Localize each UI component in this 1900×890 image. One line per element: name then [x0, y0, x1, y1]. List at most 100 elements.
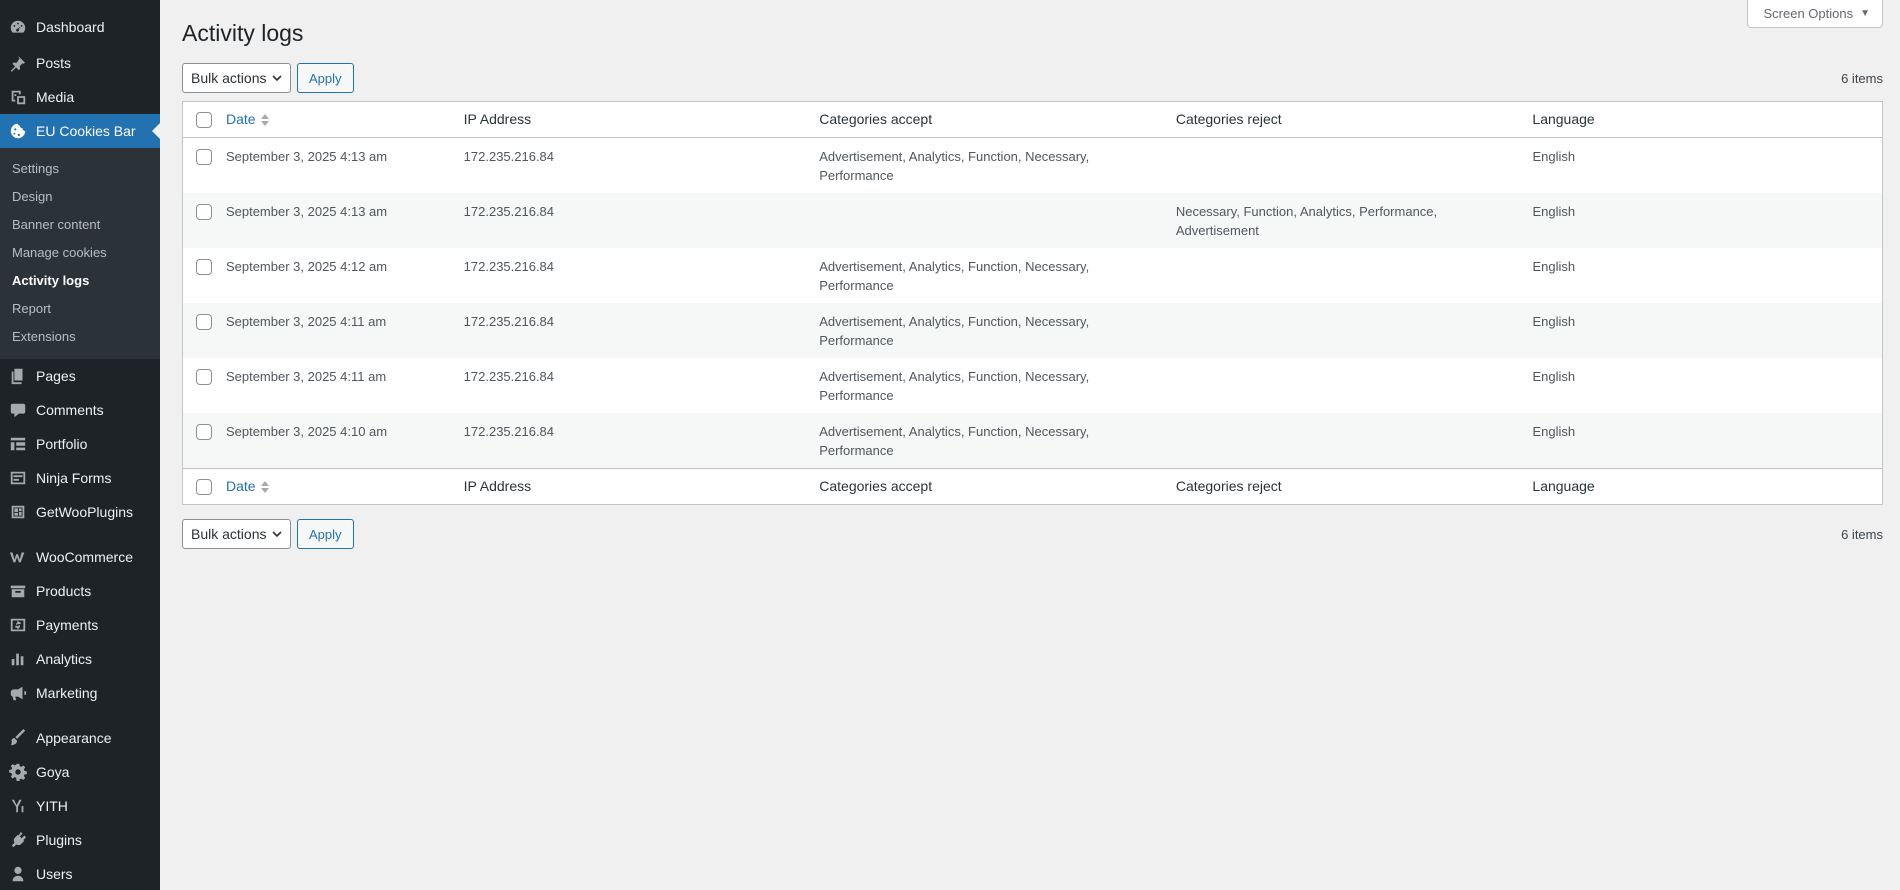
row-language: English — [1532, 314, 1576, 329]
tablenav-bottom: Bulk actions Apply 6 items — [182, 519, 1883, 549]
row-accept: Advertisement, Analytics, Function, Nece… — [819, 314, 1090, 348]
sidebar-item-users[interactable]: Users — [0, 857, 160, 890]
megaphone-icon — [9, 684, 27, 702]
row-checkbox[interactable] — [196, 204, 213, 220]
page-title: Activity logs — [182, 20, 304, 46]
submenu-item-banner-content[interactable]: Banner content — [0, 211, 160, 239]
row-ip: 172.235.216.84 — [463, 204, 555, 219]
apply-button[interactable]: Apply — [297, 63, 354, 93]
forms-icon — [9, 469, 27, 487]
chevron-down-icon — [272, 531, 282, 538]
sidebar-item-marketing[interactable]: Marketing — [0, 676, 160, 710]
row-checkbox[interactable] — [196, 369, 213, 385]
items-count: 6 items — [1841, 526, 1883, 542]
cookie-icon — [9, 122, 27, 140]
sidebar-item-comments[interactable]: Comments — [0, 393, 160, 427]
sidebar-item-goya[interactable]: Goya — [0, 755, 160, 789]
row-ip: 172.235.216.84 — [463, 369, 555, 384]
sidebar-item-products[interactable]: Products — [0, 574, 160, 608]
pushpin-icon — [9, 54, 27, 72]
activity-log-table: Date IP Address Categories accept Catego… — [182, 101, 1883, 505]
sidebar-item-label: Marketing — [36, 685, 98, 701]
sidebar-item-label: Users — [36, 866, 73, 882]
bulk-actions-select[interactable]: Bulk actions — [182, 63, 291, 93]
sidebar-item-posts[interactable]: Posts — [0, 46, 160, 80]
submenu-item-extensions[interactable]: Extensions — [0, 323, 160, 351]
column-header-ip: IP Address — [463, 111, 532, 127]
column-footer-accept: Categories accept — [819, 478, 933, 494]
column-header-accept: Categories accept — [819, 111, 933, 127]
row-date: September 3, 2025 4:11 am — [225, 369, 387, 384]
column-footer-reject: Categories reject — [1175, 478, 1282, 494]
row-date: September 3, 2025 4:12 am — [225, 259, 388, 274]
row-accept — [819, 202, 1176, 248]
submenu-item-activity-logs[interactable]: Activity logs — [0, 267, 160, 295]
row-checkbox[interactable] — [196, 424, 213, 440]
table-row: September 3, 2025 4:10 am 172.235.216.84… — [183, 413, 1882, 468]
table-footer-row: Date IP Address Categories accept Catego… — [183, 468, 1882, 504]
sort-by-date-link[interactable]: Date — [226, 477, 270, 496]
row-language: English — [1532, 149, 1576, 164]
column-footer-date: Date — [226, 477, 464, 496]
sidebar-item-getwooplugins[interactable]: GetWooPlugins — [0, 495, 160, 529]
sidebar-item-label: WooCommerce — [36, 549, 133, 565]
products-icon — [9, 582, 27, 600]
row-language: English — [1532, 424, 1576, 439]
row-checkbox[interactable] — [196, 149, 213, 165]
sidebar-item-woocommerce[interactable]: WooCommerce — [0, 540, 160, 574]
column-date-label: Date — [225, 111, 256, 127]
submenu-item-settings[interactable]: Settings — [0, 155, 160, 183]
sidebar-item-label: Plugins — [36, 832, 82, 848]
gear-icon — [9, 763, 27, 781]
payments-icon — [9, 616, 27, 634]
submenu-item-manage-cookies[interactable]: Manage cookies — [0, 239, 160, 267]
row-reject — [1176, 257, 1533, 303]
sidebar-item-dashboard[interactable]: Dashboard — [0, 10, 160, 44]
sidebar-item-label: YITH — [36, 798, 68, 814]
sidebar-item-eu-cookies-bar[interactable]: EU Cookies Bar — [0, 114, 160, 148]
sidebar-item-media[interactable]: Media — [0, 80, 160, 114]
submenu-item-report[interactable]: Report — [0, 295, 160, 323]
sidebar-item-analytics[interactable]: Analytics — [0, 642, 160, 676]
sort-by-date-link[interactable]: Date — [226, 110, 270, 129]
sidebar-item-payments[interactable]: Payments — [0, 608, 160, 642]
sidebar-item-yith[interactable]: YITH — [0, 789, 160, 823]
row-accept: Advertisement, Analytics, Function, Nece… — [819, 369, 1090, 403]
sidebar-item-label: Portfolio — [36, 436, 88, 452]
row-checkbox[interactable] — [196, 259, 213, 275]
row-reject — [1176, 312, 1533, 358]
select-all-cell — [183, 478, 226, 495]
sidebar-item-label: Analytics — [36, 651, 93, 667]
row-checkbox[interactable] — [196, 314, 213, 330]
bulk-actions-select[interactable]: Bulk actions — [182, 519, 291, 549]
select-all-checkbox[interactable] — [196, 478, 213, 495]
dashboard-icon — [9, 18, 27, 36]
sidebar-item-label: Media — [36, 89, 75, 105]
submenu-item-design[interactable]: Design — [0, 183, 160, 211]
sidebar-item-plugins[interactable]: Plugins — [0, 823, 160, 857]
sidebar-item-label: EU Cookies Bar — [36, 123, 136, 139]
row-ip: 172.235.216.84 — [463, 424, 555, 439]
row-language: English — [1532, 369, 1576, 384]
sidebar-item-label: Products — [36, 583, 92, 599]
apply-button[interactable]: Apply — [297, 519, 354, 549]
select-all-checkbox[interactable] — [196, 111, 213, 128]
sort-arrows-icon — [260, 480, 269, 493]
tablenav-top: Bulk actions Apply 6 items — [182, 63, 1883, 93]
comments-icon — [9, 401, 27, 419]
screen-options-button[interactable]: Screen Options ▼ — [1747, 0, 1883, 28]
sidebar-item-ninja-forms[interactable]: Ninja Forms — [0, 461, 160, 495]
sidebar-item-portfolio[interactable]: Portfolio — [0, 427, 160, 461]
row-accept: Advertisement, Analytics, Function, Nece… — [819, 149, 1090, 183]
sidebar-item-label: Goya — [36, 764, 70, 780]
table-row: September 3, 2025 4:12 am 172.235.216.84… — [183, 248, 1882, 303]
users-icon — [9, 865, 27, 883]
row-reject: Necessary, Function, Analytics, Performa… — [1175, 204, 1438, 238]
sidebar-item-pages[interactable]: Pages — [0, 359, 160, 393]
portfolio-icon — [9, 435, 27, 453]
row-language: English — [1532, 204, 1576, 219]
column-header-date: Date — [226, 110, 464, 129]
row-reject — [1176, 367, 1533, 413]
sidebar-item-appearance[interactable]: Appearance — [0, 721, 160, 755]
column-header-reject: Categories reject — [1175, 111, 1282, 127]
